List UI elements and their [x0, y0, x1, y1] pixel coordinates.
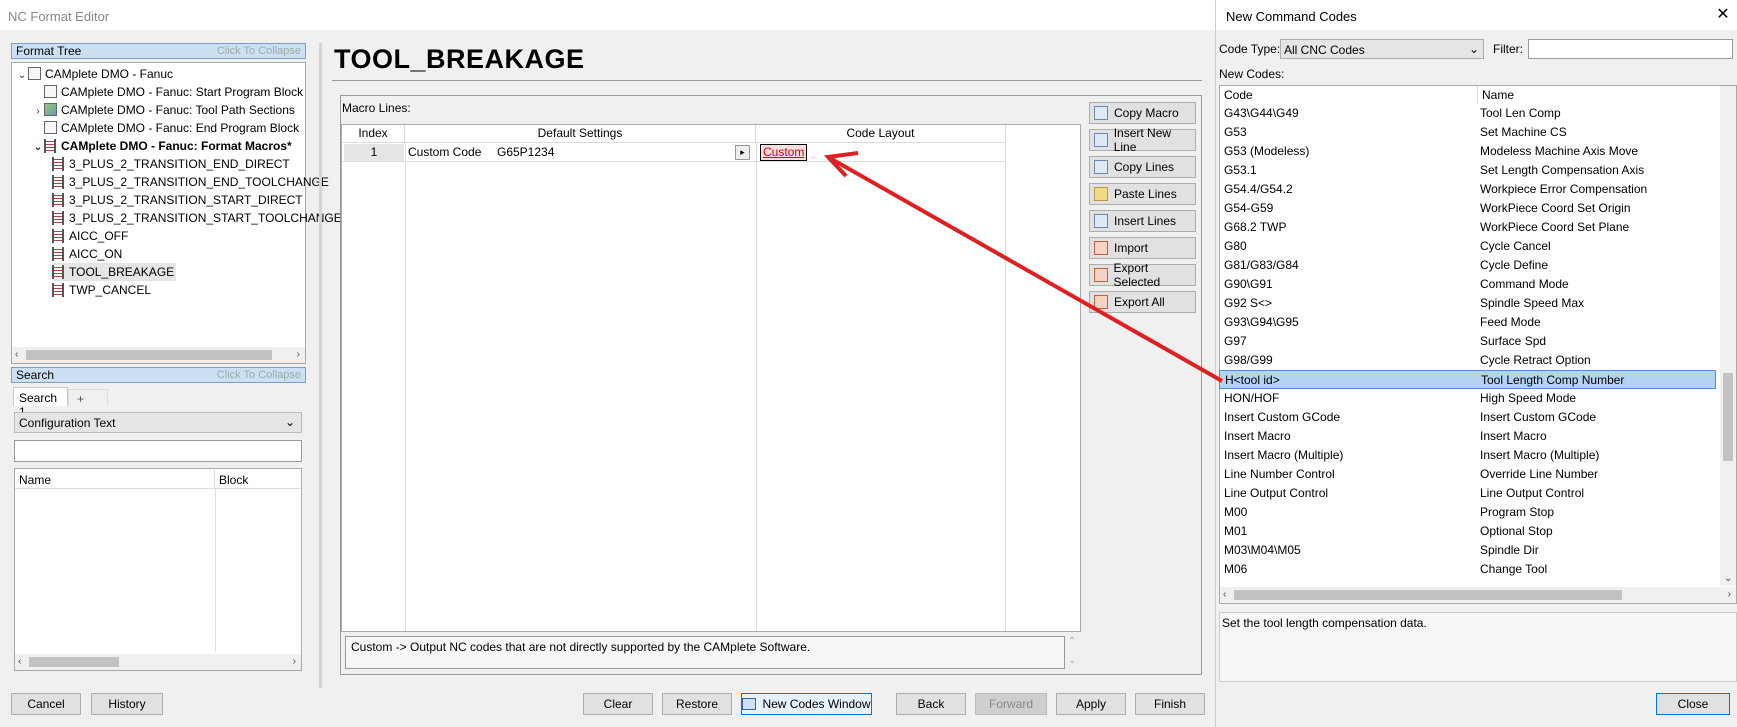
arrow-shaft	[827, 155, 1223, 383]
annotation-arrow	[823, 151, 1223, 383]
